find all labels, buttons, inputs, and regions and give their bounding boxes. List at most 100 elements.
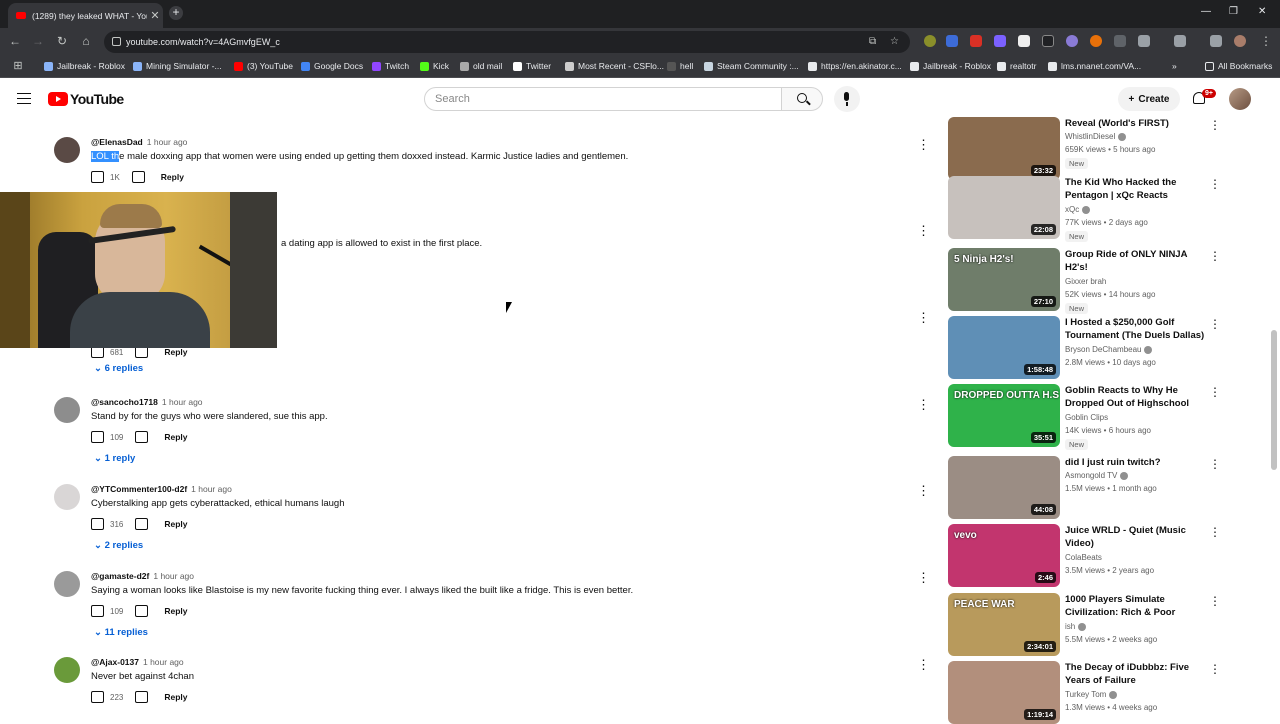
side-panel-icon[interactable] — [1174, 35, 1186, 47]
like-icon[interactable] — [91, 171, 104, 183]
restore-icon[interactable]: ❐ — [1229, 6, 1238, 17]
video-channel[interactable]: xQc — [1065, 205, 1091, 214]
channel-name[interactable]: Turkey Tom — [1065, 690, 1106, 699]
view-replies-button[interactable]: ⌄ 2 replies — [94, 540, 143, 551]
extension-icon[interactable] — [1042, 35, 1054, 47]
commenter-avatar[interactable] — [54, 657, 80, 683]
forward-icon[interactable]: → — [30, 34, 46, 48]
comment-options-icon[interactable]: ⋮ — [917, 571, 930, 584]
like-icon[interactable] — [91, 431, 104, 443]
video-title[interactable]: Reveal (World's FIRST) — [1065, 117, 1205, 130]
channel-name[interactable]: Bryson DeChambeau — [1065, 345, 1141, 354]
channel-name[interactable]: ish — [1065, 622, 1075, 631]
bookmark-item[interactable]: Steam Community :... — [704, 61, 799, 71]
window-close-icon[interactable]: ✕ — [1258, 6, 1266, 17]
video-thumbnail[interactable]: vevo 2:46 — [948, 524, 1060, 587]
video-options-icon[interactable]: ⋮ — [1209, 595, 1221, 607]
channel-name[interactable]: Asmongold TV — [1065, 471, 1117, 480]
video-channel[interactable]: Turkey Tom — [1065, 690, 1118, 699]
video-channel[interactable]: Goblin Clips — [1065, 413, 1108, 422]
dislike-icon[interactable] — [131, 171, 145, 183]
video-thumbnail[interactable]: 1:58:48 — [948, 316, 1060, 379]
comment-author[interactable]: @gamaste-d2f 1 hour ago — [91, 571, 194, 581]
view-replies-button[interactable]: ⌄ 6 replies — [94, 363, 143, 374]
reply-button[interactable]: Reply — [164, 606, 187, 616]
comment-options-icon[interactable]: ⋮ — [917, 138, 930, 151]
commenter-avatar[interactable] — [54, 484, 80, 510]
comment-options-icon[interactable]: ⋮ — [917, 658, 930, 671]
extension-icon[interactable] — [970, 35, 982, 47]
bookmark-item[interactable]: realtotr — [997, 61, 1036, 71]
video-options-icon[interactable]: ⋮ — [1209, 386, 1221, 398]
extension-icon[interactable] — [1114, 35, 1126, 47]
video-title[interactable]: Group Ride of ONLY NINJA H2's! — [1065, 248, 1205, 274]
chrome-menu-icon[interactable]: ⋮ — [1258, 34, 1274, 48]
youtube-logo[interactable]: YouTube — [48, 91, 124, 107]
comment-time[interactable]: 1 hour ago — [153, 571, 194, 581]
video-channel[interactable]: Asmongold TV — [1065, 471, 1129, 480]
dislike-icon[interactable] — [135, 518, 149, 530]
commenter-avatar[interactable] — [54, 397, 80, 423]
search-input[interactable]: Search — [424, 87, 782, 111]
video-options-icon[interactable]: ⋮ — [1209, 318, 1221, 330]
video-channel[interactable]: Gixxer brah — [1065, 277, 1106, 286]
comment-author-handle[interactable]: @sancocho1718 — [91, 397, 158, 407]
comment-author-handle[interactable]: @gamaste-d2f — [91, 571, 149, 581]
reply-button[interactable]: Reply — [164, 692, 187, 702]
bookmark-item[interactable]: (3) YouTube — [234, 61, 293, 71]
dislike-icon[interactable] — [135, 605, 149, 617]
bookmark-star-icon[interactable]: ☆ — [890, 36, 899, 47]
dislike-icon[interactable] — [135, 431, 149, 443]
comment-options-icon[interactable]: ⋮ — [917, 484, 930, 497]
bookmark-item[interactable]: old mail — [460, 61, 502, 71]
bookmark-item[interactable]: Jailbreak - Roblox — [44, 61, 125, 71]
comment-author[interactable]: @YTCommenter100-d2f 1 hour ago — [91, 484, 232, 494]
video-title[interactable]: The Kid Who Hacked the Pentagon | xQc Re… — [1065, 176, 1205, 202]
all-bookmarks-folder[interactable]: All Bookmarks — [1205, 61, 1272, 71]
video-options-icon[interactable]: ⋮ — [1209, 663, 1221, 675]
comment-author-handle[interactable]: @ElenasDad — [91, 137, 143, 147]
bookmark-item[interactable]: Mining Simulator -... — [133, 61, 222, 71]
video-thumbnail[interactable]: PEACE WAR 2:34:01 — [948, 593, 1060, 656]
bookmark-item[interactable]: Most Recent - CSFlo... — [565, 61, 664, 71]
like-icon[interactable] — [91, 691, 104, 703]
bookmarks-overflow-icon[interactable]: » — [1172, 61, 1177, 71]
bookmark-item[interactable]: Jailbreak - Roblox — [910, 61, 991, 71]
extension-icon[interactable] — [946, 35, 958, 47]
bookmark-item[interactable]: Twitch — [372, 61, 409, 71]
channel-name[interactable]: Gixxer brah — [1065, 277, 1106, 286]
reload-icon[interactable]: ↻ — [54, 34, 70, 48]
extension-icon[interactable] — [1066, 35, 1078, 47]
search-icon[interactable] — [781, 87, 823, 111]
like-icon[interactable] — [91, 605, 104, 617]
channel-name[interactable]: WhistlinDiesel — [1065, 132, 1115, 141]
extension-icon[interactable] — [924, 35, 936, 47]
back-icon[interactable]: ← — [7, 34, 23, 48]
video-options-icon[interactable]: ⋮ — [1209, 178, 1221, 190]
page-scrollbar[interactable] — [1271, 330, 1277, 470]
commenter-avatar[interactable] — [54, 571, 80, 597]
extension-icon[interactable] — [1018, 35, 1030, 47]
comment-time[interactable]: 1 hour ago — [162, 397, 203, 407]
extension-icon[interactable] — [994, 35, 1006, 47]
channel-name[interactable]: xQc — [1065, 205, 1079, 214]
bookmark-item[interactable]: hell — [667, 61, 693, 71]
extension-icon[interactable] — [1090, 35, 1102, 47]
video-options-icon[interactable]: ⋮ — [1209, 526, 1221, 538]
video-channel[interactable]: WhistlinDiesel — [1065, 132, 1127, 141]
home-icon[interactable]: ⌂ — [78, 34, 94, 48]
video-options-icon[interactable]: ⋮ — [1209, 119, 1221, 131]
video-title[interactable]: did I just ruin twitch? — [1065, 456, 1205, 469]
comment-options-icon[interactable]: ⋮ — [917, 224, 930, 237]
video-title[interactable]: 1000 Players Simulate Civilization: Rich… — [1065, 593, 1205, 619]
video-thumbnail[interactable]: 22:08 — [948, 176, 1060, 239]
reading-list-icon[interactable] — [1210, 35, 1222, 47]
view-replies-button[interactable]: ⌄ 11 replies — [94, 627, 148, 638]
new-tab-button[interactable]: + — [169, 6, 183, 20]
bookmark-item[interactable]: Google Docs — [301, 61, 363, 71]
video-channel[interactable]: Bryson DeChambeau — [1065, 345, 1153, 354]
reply-button[interactable]: Reply — [164, 347, 187, 357]
video-channel[interactable]: ColaBeats — [1065, 553, 1102, 562]
microphone-icon[interactable] — [834, 86, 860, 112]
browser-tab[interactable]: (1289) they leaked WHAT - You ✕ — [8, 3, 163, 28]
